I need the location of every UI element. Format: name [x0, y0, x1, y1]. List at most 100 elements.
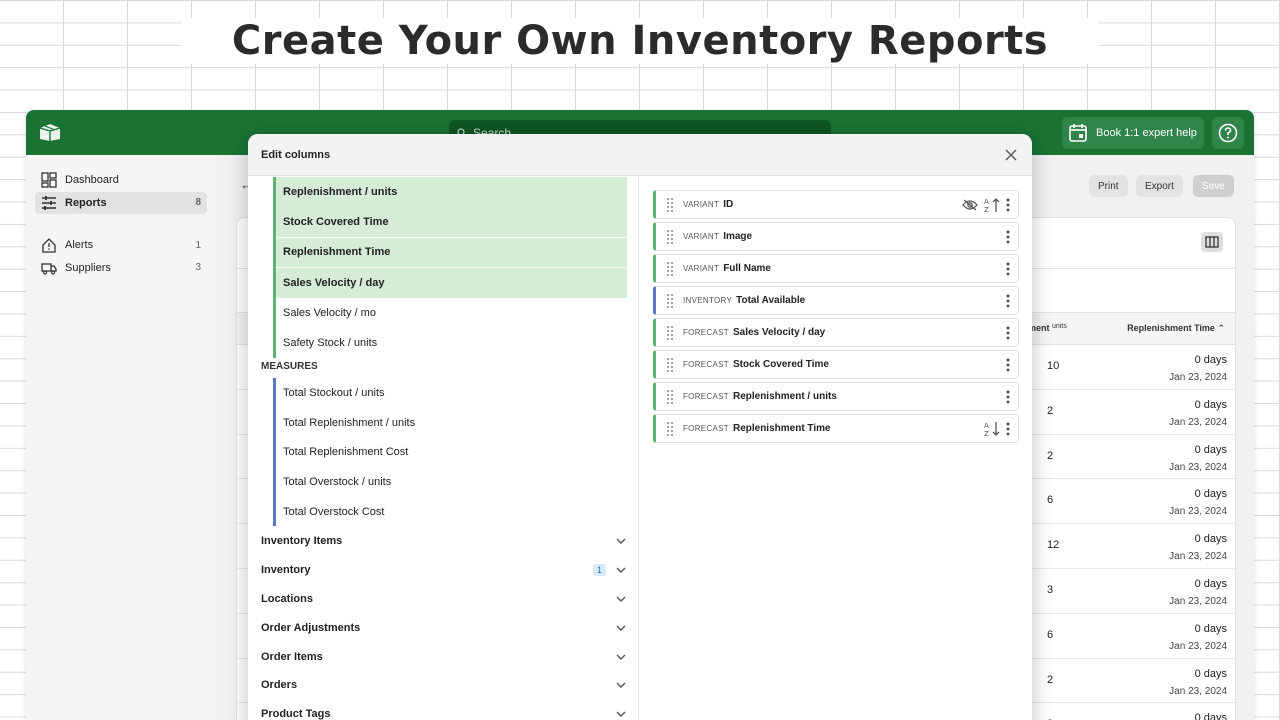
group-label: Order Items [261, 650, 323, 663]
selected-column-item[interactable]: VARIANT Image [653, 222, 1019, 251]
column-group-item[interactable]: Locations [248, 585, 638, 614]
sidebar-item-label: Suppliers [65, 261, 111, 274]
drag-handle-icon[interactable] [666, 357, 674, 373]
more-options-icon[interactable] [1006, 326, 1010, 340]
book-expert-help-button[interactable]: Book 1:1 expert help [1062, 117, 1204, 149]
measures-section-label: MEASURES [261, 361, 318, 372]
date-value: Jan 23, 2024 [1169, 595, 1227, 607]
sort-icon: ⌃ [1217, 323, 1225, 333]
drag-handle-icon[interactable] [666, 325, 674, 341]
column-actions [1006, 262, 1010, 276]
column-group-item[interactable]: Order Adjustments [248, 613, 638, 642]
svg-text:Z: Z [984, 206, 989, 213]
sidebar-item-suppliers[interactable]: Suppliers 3 [35, 257, 207, 279]
more-options-icon[interactable] [1006, 358, 1010, 372]
more-options-icon[interactable] [1006, 230, 1010, 244]
selected-columns-panel: VARIANT ID A Z VARIANT Image VARIANT Full Name I… [653, 190, 1019, 446]
sidebar-item-alerts[interactable]: Alerts 1 [35, 234, 207, 256]
measure-list: Total Stockout / units Total Replenishmen… [273, 378, 627, 527]
selected-column-item[interactable]: INVENTORY Total Available [653, 286, 1019, 315]
days-value: 0 days [1194, 443, 1227, 456]
days-value: 0 days [1194, 354, 1227, 366]
sidebar-item-dashboard[interactable]: Dashboard [35, 169, 207, 191]
selected-column-item[interactable]: FORECAST Stock Covered Time [653, 350, 1019, 379]
column-group-item[interactable]: Order Items [248, 642, 638, 671]
measure-item[interactable]: Total Overstock / units [276, 467, 627, 497]
days-value: 0 days [1194, 667, 1227, 680]
column-group-item[interactable]: Product Tags [248, 700, 638, 720]
dimension-item[interactable]: Stock Covered Time [276, 207, 627, 237]
column-actions [1006, 294, 1010, 308]
measure-item[interactable]: Total Replenishment Cost [276, 437, 627, 467]
more-options-icon[interactable] [1006, 390, 1010, 404]
measure-item[interactable]: Total Replenishment / units [276, 408, 627, 438]
sidebar-item-label: Dashboard [65, 174, 119, 186]
column-source-type: VARIANT [683, 232, 720, 241]
drag-handle-icon[interactable] [666, 197, 674, 213]
chevron-down-icon [616, 654, 626, 660]
column-actions: AZ [962, 197, 1010, 213]
column-header-replenishment-time[interactable]: Replenishment Time ⌃ [1127, 323, 1225, 334]
more-options-icon[interactable] [1006, 262, 1010, 276]
dimension-item[interactable]: Safety Stock / units [276, 328, 627, 358]
date-value: Jan 23, 2024 [1169, 461, 1227, 473]
replenishment-time-cell: 0 days [1195, 709, 1227, 720]
print-button[interactable]: Print [1089, 175, 1128, 197]
selected-column-item[interactable]: FORECAST Replenishment Time A Z [653, 414, 1019, 443]
home-alert-icon [41, 236, 59, 254]
column-name: Stock Covered Time [732, 359, 829, 370]
chevron-down-icon [616, 538, 626, 545]
selected-column-item[interactable]: FORECAST Replenishment / units [653, 382, 1019, 411]
drag-handle-icon[interactable] [666, 293, 674, 309]
column-group-item[interactable]: Inventory Items [248, 527, 638, 556]
group-label: Inventory Items [261, 535, 343, 548]
more-options-icon[interactable] [1006, 198, 1010, 212]
dimension-item[interactable]: Sales Velocity / mo [276, 298, 627, 328]
drag-handle-icon[interactable] [666, 261, 674, 277]
drag-handle-icon[interactable] [666, 389, 674, 405]
column-actions: AZ [984, 421, 1010, 437]
replenishment-units-cell: 2 [1047, 449, 1054, 462]
sort-az-ascending-icon[interactable]: AZ [984, 197, 1000, 213]
replenishment-time-cell: 0 days Jan 23, 2024 [1169, 665, 1227, 701]
measure-item[interactable]: Total Overstock Cost [276, 497, 627, 527]
group-label: Product Tags [261, 708, 331, 720]
more-options-icon[interactable] [1006, 294, 1010, 308]
drag-handle-icon[interactable] [666, 421, 674, 437]
column-name: Image [723, 231, 753, 242]
drag-handle-icon[interactable] [666, 229, 674, 245]
dimension-item[interactable]: Sales Velocity / day [276, 267, 627, 298]
sidebar: Dashboard Reports 8 Alerts 1 Suppliers 3 [26, 155, 216, 720]
replenishment-time-cell: 0 days Jan 23, 2024 [1169, 485, 1227, 521]
date-value: Jan 23, 2024 [1169, 640, 1227, 652]
sidebar-item-reports[interactable]: Reports 8 [35, 191, 207, 214]
selected-column-item[interactable]: VARIANT ID A Z [653, 190, 1019, 219]
save-button[interactable]: Save [1193, 175, 1234, 197]
selected-column-item[interactable]: VARIANT Full Name [653, 254, 1019, 283]
date-value: Jan 23, 2024 [1169, 685, 1227, 697]
eye-off-icon[interactable] [962, 199, 978, 211]
replenishment-units-cell: 2 [1047, 404, 1054, 417]
box-logo-icon[interactable] [38, 122, 62, 142]
close-icon[interactable] [1004, 148, 1018, 162]
sidebar-item-label: Alerts [65, 239, 94, 251]
column-source-type: FORECAST [683, 392, 729, 401]
column-group-item[interactable]: Orders [248, 671, 638, 700]
dimension-item[interactable]: Replenishment Time [276, 237, 627, 268]
more-options-icon[interactable] [1006, 422, 1010, 436]
chevron-down-icon [616, 596, 626, 602]
dimension-item[interactable]: Replenishment / units [276, 177, 627, 207]
measure-item[interactable]: Total Stockout / units [276, 378, 627, 408]
days-value: 0 days [1194, 712, 1227, 720]
column-source-type: VARIANT [683, 264, 720, 273]
export-button[interactable]: Export [1136, 175, 1183, 197]
available-columns-panel: Replenishment / units Stock Covered Time R… [248, 177, 639, 720]
columns-toggle-button[interactable] [1201, 232, 1223, 252]
column-group-item[interactable]: Inventory 1 [248, 556, 638, 585]
sidebar-item-count: 8 [195, 197, 201, 208]
column-name: ID [723, 199, 734, 210]
selected-column-item[interactable]: FORECAST Sales Velocity / day [653, 318, 1019, 347]
help-button[interactable] [1212, 117, 1244, 149]
sort-az-descending-icon[interactable]: AZ [984, 421, 1000, 437]
column-actions [1006, 390, 1010, 404]
